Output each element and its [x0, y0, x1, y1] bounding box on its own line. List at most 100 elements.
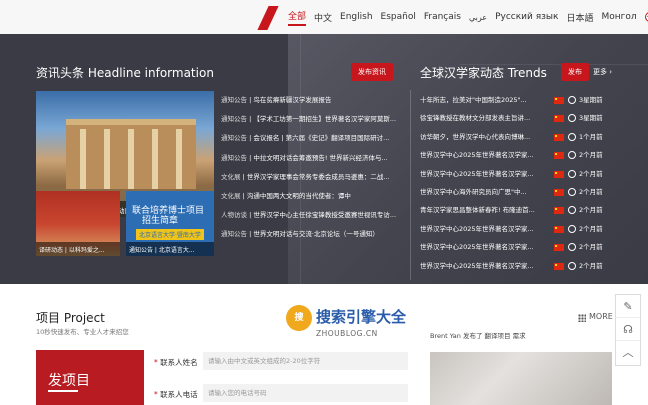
china-flag-icon	[554, 133, 564, 141]
news-text: | 世界汉学中心主任徐宝锋教授受邀赛世视讯专访...	[247, 211, 397, 220]
project-title: 项目 Project	[36, 311, 105, 325]
chevron-up-icon[interactable]: ︿	[616, 341, 640, 364]
news-text: | 【学术工坊第一期招生】世界著名汉学家阿莫斯...	[247, 115, 397, 124]
contact-name-label: * 联系人姓名	[154, 358, 198, 367]
trend-time: 2个月前	[579, 187, 603, 196]
lang-spanish[interactable]: Español	[381, 12, 416, 22]
list-item[interactable]: 文化展 | 沟通中国两大文明的当代使者：谭中	[221, 187, 399, 206]
list-item[interactable]: 通知公告 | 鸟在贫瘠新疆汉学发展报告	[221, 91, 399, 110]
page: 全部 中文 English Español Français عربي Русс…	[0, 0, 648, 405]
lang-french[interactable]: Français	[424, 12, 461, 22]
trends-more-link[interactable]: 更多 ›	[593, 67, 612, 77]
lang-english[interactable]: English	[340, 12, 373, 22]
trend-text: 十年所志，拉美对"中国制造2025"...	[420, 96, 527, 104]
grid-icon[interactable]	[578, 314, 586, 322]
list-item[interactable]: 世界汉学中心2025年世界著名汉学家... 2个月前	[420, 257, 614, 275]
clock-icon	[568, 96, 576, 104]
publish-news-button[interactable]: 发布资讯	[351, 63, 393, 81]
headline-small-photo-1[interactable]: 译研动态 | 以科玛爱之...	[36, 191, 120, 256]
lang-all[interactable]: 全部	[288, 9, 307, 26]
news-category: 通知公告	[221, 230, 247, 239]
trend-text: 世界汉学中心2025年世界著名汉学家...	[420, 243, 534, 252]
lang-arabic[interactable]: عربي	[469, 13, 487, 22]
news-category: 通知公告	[221, 96, 247, 104]
contact-name-label-text: 联系人姓名	[160, 358, 198, 367]
trend-time: 2个月前	[579, 169, 603, 178]
trend-text: 世界汉学中心2025年世界著名汉学家...	[420, 224, 534, 233]
china-flag-icon	[554, 188, 564, 196]
trends-title: 全球汉学家动态 Trends	[420, 66, 547, 80]
news-category: 文化展	[221, 172, 241, 181]
headline-title: 资讯头条 Headline information	[36, 66, 214, 80]
news-text: | 会议报名 | 第六届《史记》翻译项目国际研讨...	[247, 134, 390, 143]
lang-mongolian[interactable]: Монгол	[601, 12, 636, 22]
trend-time: 2个月前	[579, 261, 603, 270]
news-text: | 世界汉学家理事会常务专委会成员马婆惠：二战...	[240, 172, 390, 181]
list-item[interactable]: 人物访谈 | 世界汉学中心主任徐宝锋教授受邀赛世视讯专访...	[221, 206, 399, 225]
language-bar: 全部 中文 English Español Français عربي Русс…	[0, 0, 648, 34]
china-flag-icon	[554, 115, 564, 123]
headset-icon[interactable]: ☊	[616, 318, 640, 341]
trend-time: 2个月前	[579, 206, 603, 215]
china-flag-icon	[554, 244, 564, 252]
china-flag-icon	[554, 207, 564, 215]
list-item[interactable]: 通知公告 | 世界文明对话与交流·北京论坛（一号通知）	[221, 225, 399, 244]
china-flag-icon	[554, 97, 564, 104]
list-item[interactable]: 青年汉学家思昌整体新春祚! 布隆迪首... 2个月前	[420, 201, 614, 219]
trends-list: 十年所志，拉美对"中国制造2025"... 3星期前 徐宝锋教授在教材文分部发表主…	[420, 91, 614, 275]
contact-phone-label-text: 联系人电话	[160, 390, 198, 399]
china-flag-icon	[554, 170, 564, 178]
building-column	[152, 129, 158, 189]
trend-time: 2个月前	[579, 151, 603, 160]
lang-chinese[interactable]: 中文	[314, 11, 332, 24]
small-photo-2-title2: 招生简章	[142, 216, 179, 226]
project-section: 项目 Project 10秒快速发布、专业人才来招您 搜 搜索引擎大全 ZHOU…	[0, 284, 648, 405]
contact-phone-label: * 联系人电话	[154, 390, 198, 399]
china-flag-icon	[554, 152, 564, 160]
label-underline	[48, 390, 78, 392]
list-item[interactable]: 世界汉学中心海外研究员向广思"中... 2个月前	[420, 183, 614, 201]
hero-section: 资讯头条 Headline information 发布资讯 全球汉学家动态 T…	[0, 34, 648, 284]
building-column	[128, 129, 134, 189]
edit-icon[interactable]: ✎	[616, 295, 640, 318]
logo-name: 搜索引擎大全	[316, 308, 407, 326]
list-item[interactable]: 世界汉学中心2025年世界著名汉学家... 2个月前	[420, 146, 614, 164]
list-item[interactable]: 通知公告 | 【学术工坊第一期招生】世界著名汉学家阿莫斯...	[221, 110, 399, 129]
list-item[interactable]: 世界汉学中心2025年世界著名汉学家... 2个月前	[420, 220, 614, 238]
lang-russian[interactable]: Русский язык	[495, 12, 558, 22]
trend-text: 徐宝锋教授在教材文分部发表主旨讲...	[420, 114, 531, 123]
building-column	[80, 129, 86, 189]
trend-time: 2个月前	[579, 243, 603, 252]
project-more-link[interactable]: MORE	[589, 312, 613, 321]
list-item[interactable]: 世界汉学中心2025年世界著名汉学家... 2个月前	[420, 165, 614, 183]
trend-time: 3星期前	[579, 114, 603, 123]
clock-icon	[568, 169, 576, 178]
project-subtitle: 10秒快速发布、专业人才来招您	[36, 328, 129, 336]
publish-trend-button[interactable]: 发布	[561, 63, 589, 81]
plus-icon[interactable]: +	[644, 12, 648, 22]
small-photo-1-caption[interactable]: 译研动态 | 以科玛爱之...	[36, 242, 120, 256]
list-item[interactable]: 徐宝锋教授在教材文分部发表主旨讲... 3星期前	[420, 109, 614, 127]
headline-small-photo-2[interactable]: 联合培养博士项目 招生简章 北京语言大学·暨南大学 通知公告 | 北京语言大..…	[126, 191, 214, 256]
contact-name-field[interactable]: 请输入由中文或英文组成的2-20位字符	[203, 352, 408, 370]
list-item[interactable]: 访华朝夕，世界汉学中心代表向博琳... 1个月前	[420, 128, 614, 146]
lang-japanese[interactable]: 日本語	[566, 11, 593, 24]
list-item[interactable]: 十年所志，拉美对"中国制造2025"... 3星期前	[420, 91, 614, 109]
publish-project-label: 发项目	[48, 373, 90, 389]
news-text: | 鸟在贫瘠新疆汉学发展报告	[247, 96, 332, 104]
contact-phone-field[interactable]: 请输入您的电话号码	[203, 384, 408, 402]
logo-mark: 搜	[286, 305, 312, 331]
building-column	[104, 129, 110, 189]
list-item[interactable]: 文化展 | 世界汉学家理事会常务专委会成员马婆惠：二战...	[221, 168, 399, 187]
small-photo-2-caption[interactable]: 通知公告 | 北京语言大...	[126, 242, 214, 256]
list-item[interactable]: 世界汉学中心2025年世界著名汉学家... 2个月前	[420, 238, 614, 256]
publish-project-panel[interactable]: 发项目	[36, 350, 144, 405]
clock-icon	[568, 261, 576, 270]
list-item[interactable]: 通知公告 | 中拉文明对话会筹邀预告! 世界新兴经济体与...	[221, 149, 399, 168]
recent-activity[interactable]: Brent Yan 发布了 翻译项目 需求	[430, 330, 526, 340]
list-item[interactable]: 通知公告 | 会议报名 | 第六届《史记》翻译项目国际研讨...	[221, 129, 399, 148]
clock-icon	[568, 206, 576, 215]
news-text: | 沟通中国两大文明的当代使者：谭中	[240, 191, 351, 200]
clock-icon	[568, 114, 576, 123]
china-flag-icon	[554, 225, 564, 233]
